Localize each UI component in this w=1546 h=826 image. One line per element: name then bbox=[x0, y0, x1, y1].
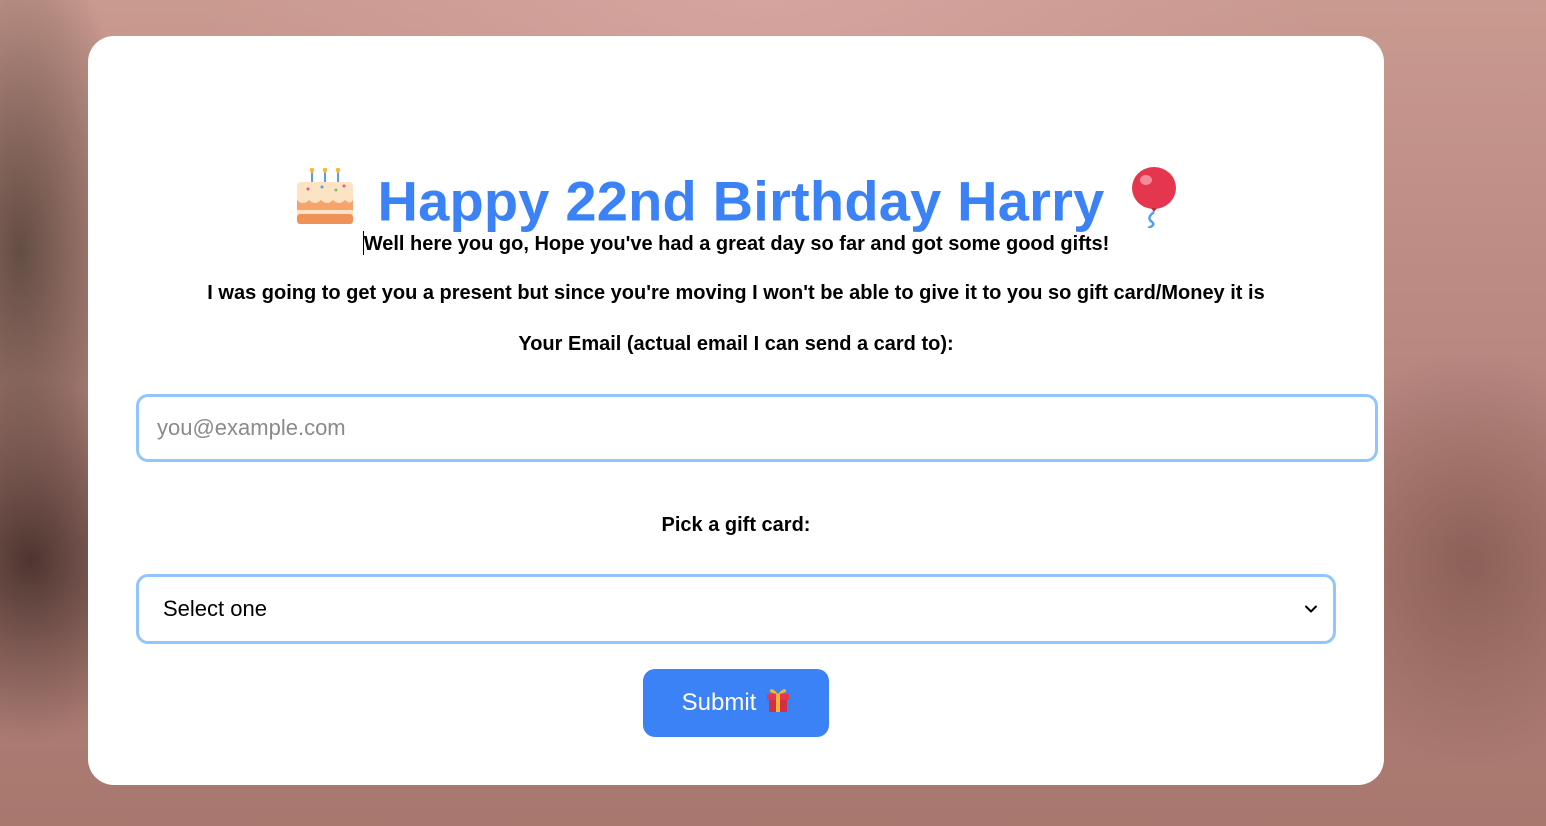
giftcard-selected-value: Select one bbox=[163, 596, 267, 621]
giftcard-label: Pick a gift card: bbox=[661, 514, 811, 536]
birthday-card: Happy 22nd Birthday Harry Well here you … bbox=[88, 36, 1384, 785]
balloon-icon bbox=[1126, 166, 1178, 237]
submit-button[interactable]: Submit bbox=[643, 669, 829, 737]
email-input[interactable] bbox=[136, 394, 1378, 462]
giftcard-select[interactable]: Select one bbox=[136, 574, 1336, 644]
chevron-down-icon bbox=[1305, 605, 1317, 613]
message-line-1: Well here you go, Hope you've had a grea… bbox=[88, 231, 1384, 256]
message-1-text: Well here you go, Hope you've had a grea… bbox=[363, 233, 1110, 255]
gift-icon bbox=[766, 687, 790, 720]
email-label: Your Email (actual email I can send a ca… bbox=[518, 333, 954, 355]
message-line-2: I was going to get you a present but sin… bbox=[207, 282, 1265, 304]
cake-icon bbox=[294, 167, 356, 235]
page-title: Happy 22nd Birthday Harry bbox=[88, 166, 1384, 237]
title-text: Happy 22nd Birthday Harry bbox=[377, 169, 1105, 233]
submit-label: Submit bbox=[681, 689, 757, 716]
